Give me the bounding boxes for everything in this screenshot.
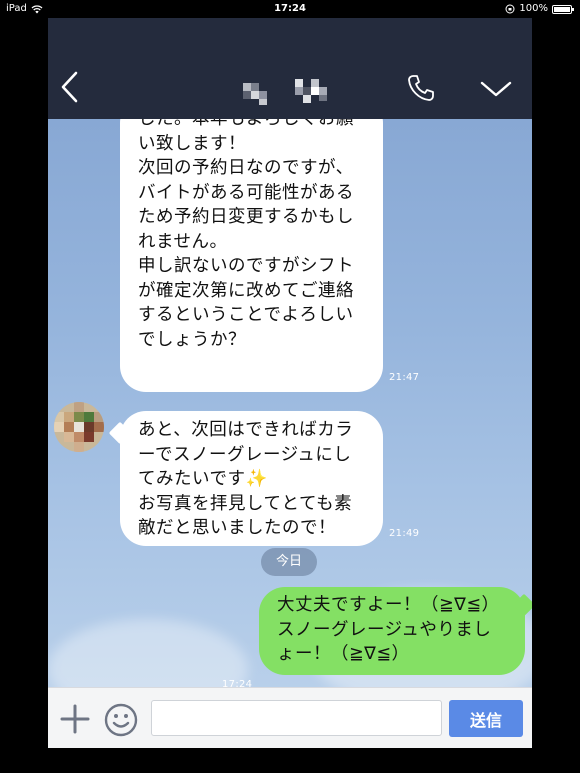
contact-name-pixelated [243,79,353,109]
message-line: でしょうか？ [138,329,246,350]
message-line: 大丈夫ですよー！（≧∇≦） [277,595,500,615]
message-list[interactable]: した。本年もよろしくお願 い致します！ 次回の予約日なのですが、 バイトがある可… [48,119,532,692]
sent-message-bubble[interactable]: 大丈夫ですよー！（≧∇≦） スノーグレージュやりまし ょー！（≧∇≦） [259,587,525,675]
message-line: ーでスノーグレージュにし [138,444,352,465]
message-line: するということでよろしい [138,305,354,325]
status-bar: iPad 17:24 100% [0,0,580,18]
battery-level-fill [554,6,570,12]
message-timestamp: 21:47 [389,372,420,383]
chat-window: した。本年もよろしくお願 い致します！ 次回の予約日なのですが、 バイトがある可… [48,18,532,748]
smiley-icon[interactable] [104,703,138,737]
message-line: てみたいです✨ [138,467,365,492]
message-line: 次回の予約日なのですが、 [138,158,354,178]
received-message-bubble[interactable]: あと、次回はできればカラ ーでスノーグレージュにし てみたいです✨ お写真を拝見… [120,411,383,546]
message-line: 申し訳ないのですがシフト [138,256,354,276]
received-message-bubble[interactable]: した。本年もよろしくお願 い致します！ 次回の予約日なのですが、 バイトがある可… [120,119,383,392]
message-line: れません。 [138,231,228,252]
message-line: い致します！ [138,133,246,154]
sparkles-icon: ✨ [245,469,268,489]
message-line: 敵だと思いましたので！ [138,518,336,538]
chat-header [48,18,532,119]
avatar[interactable] [54,402,104,452]
chevron-down-icon[interactable] [480,80,512,98]
date-separator: 今日 [261,548,317,576]
message-timestamp: 21:49 [389,528,420,539]
message-line: した。本年もよろしくお願 [138,119,354,129]
message-line: あと、次回はできればカラ [138,420,354,440]
send-button[interactable]: 送信 [449,700,523,737]
message-line: ょー！（≧∇≦） [277,644,410,664]
phone-icon[interactable] [406,73,436,103]
message-line: スノーグレージュやりまし [277,619,492,640]
cloud-background [48,619,248,692]
message-input[interactable] [151,700,442,736]
status-time: 17:24 [274,3,306,14]
back-chevron-icon[interactable] [60,70,80,104]
message-line: が確定次第に改めてご連絡 [138,280,354,301]
plus-icon[interactable] [60,704,90,734]
battery-icon [552,4,574,14]
orientation-lock-icon [505,4,515,14]
message-text: てみたいです [138,469,246,489]
message-line: バイトがある可能性がある [138,182,354,203]
message-line: お写真を拝見してとても素 [138,493,353,514]
message-line: ため予約日変更するかもし [138,207,354,227]
message-input-bar: 送信 [48,687,532,748]
battery-percent: 100% [519,3,548,14]
